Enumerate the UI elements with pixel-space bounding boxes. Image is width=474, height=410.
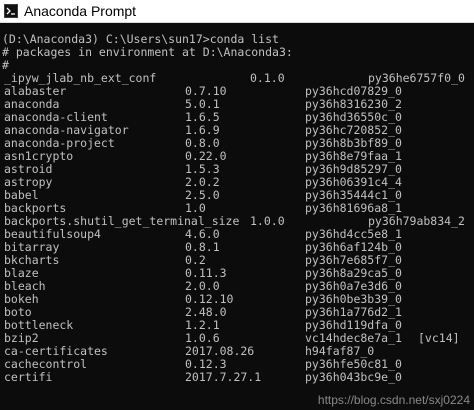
package-version: 1.0.0 — [250, 214, 285, 228]
console-output[interactable]: (D:\Anaconda3) C:\Users\sun17>conda list… — [0, 23, 474, 410]
terminal-icon — [4, 4, 18, 18]
title-bar: Anaconda Prompt — [0, 0, 474, 23]
package-version: 2017.7.27.1 — [185, 370, 262, 384]
header-comment: # packages in environment at D:\Anaconda… — [2, 45, 293, 59]
package-name: certifi — [4, 370, 53, 384]
window-title: Anaconda Prompt — [24, 3, 137, 19]
package-channel: [vc14] — [418, 331, 460, 345]
package-row: certifi 2017.7.27.1 py36h043bc9e_0 — [2, 371, 472, 384]
package-version: 0.1.0 — [250, 71, 285, 85]
watermark: https://blog.csdn.net/sxj0224 — [317, 393, 470, 407]
package-build: py36h043bc9e_0 — [305, 370, 402, 384]
